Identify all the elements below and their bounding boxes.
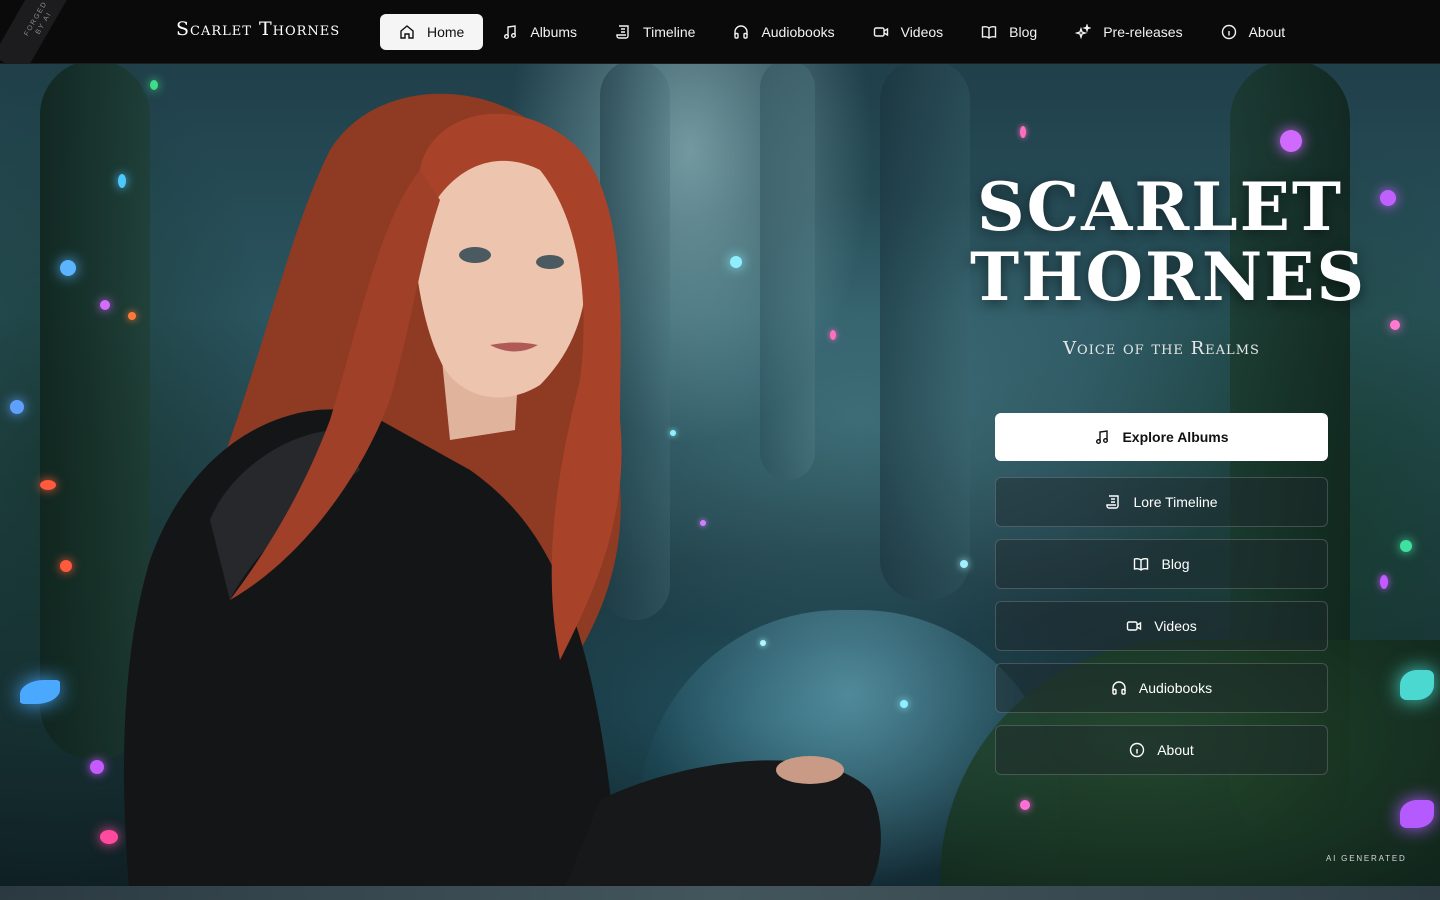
video-camera-icon	[873, 27, 888, 37]
info-icon	[1221, 24, 1236, 40]
hero-subtitle: Voice of the Realms	[1063, 338, 1260, 359]
top-navigation-bar: FORGED BY AI Scarlet Thornes Home Albums…	[0, 0, 1440, 64]
about-button[interactable]: About	[995, 725, 1328, 775]
audiobooks-button[interactable]: Audiobooks	[995, 663, 1328, 713]
button-label: Explore Albums	[1122, 429, 1229, 445]
nav-item-label: Videos	[900, 24, 944, 40]
hero-title-line-1: SCARLET	[976, 168, 1344, 246]
nav-item-about[interactable]: About	[1202, 14, 1305, 50]
headphones-icon	[734, 25, 749, 39]
lore-timeline-button[interactable]: Lore Timeline	[995, 477, 1328, 527]
button-label: About	[1157, 742, 1194, 758]
button-label: Blog	[1161, 556, 1190, 572]
button-label: Lore Timeline	[1133, 494, 1218, 510]
blog-button[interactable]: Blog	[995, 539, 1328, 589]
nav-item-label: Home	[427, 24, 465, 40]
nav-item-timeline[interactable]: Timeline	[596, 14, 714, 50]
nav-item-label: Audiobooks	[761, 24, 835, 40]
hero-button-stack: Explore Albums Lore Timeline Blog Videos…	[995, 413, 1328, 787]
home-icon	[400, 25, 414, 39]
nav-item-label: Blog	[1009, 24, 1038, 40]
hero-title: SCARLET THORNES	[970, 172, 1364, 312]
brand-logo[interactable]: Scarlet Thornes	[176, 18, 340, 40]
nav-item-home[interactable]: Home	[380, 14, 484, 50]
ai-generated-tag: AI GENERATED	[1326, 854, 1407, 863]
nav-item-audiobooks[interactable]: Audiobooks	[714, 14, 853, 50]
info-icon	[1130, 742, 1145, 758]
button-label: Audiobooks	[1138, 680, 1213, 696]
hero-title-line-2: THORNES	[970, 238, 1367, 316]
video-camera-icon	[1127, 621, 1142, 631]
sparkles-icon	[1075, 24, 1092, 40]
nav-item-label: Timeline	[643, 24, 696, 40]
scroll-icon	[1106, 495, 1120, 509]
explore-albums-button[interactable]: Explore Albums	[995, 413, 1328, 461]
music-note-icon	[1096, 430, 1109, 444]
open-book-icon	[981, 26, 997, 39]
music-note-icon	[504, 25, 517, 39]
nav-item-albums[interactable]: Albums	[483, 14, 596, 50]
nav-item-blog[interactable]: Blog	[962, 14, 1056, 50]
open-book-icon	[1134, 558, 1149, 571]
nav-item-videos[interactable]: Videos	[854, 14, 963, 50]
nav-item-label: Pre-releases	[1103, 24, 1183, 40]
forged-by-ai-ribbon: FORGED BY AI	[0, 0, 80, 64]
nav-item-label: Albums	[530, 24, 578, 40]
nav-item-pre-releases[interactable]: Pre-releases	[1056, 14, 1201, 50]
main-nav: Home Albums Timeline Audiobooks Videos B…	[380, 14, 1304, 50]
nav-item-label: About	[1248, 24, 1286, 40]
button-label: Videos	[1154, 618, 1197, 634]
scroll-icon	[616, 25, 629, 39]
headphones-icon	[1112, 681, 1126, 695]
bottom-edge-strip	[0, 886, 1440, 900]
videos-button[interactable]: Videos	[995, 601, 1328, 651]
